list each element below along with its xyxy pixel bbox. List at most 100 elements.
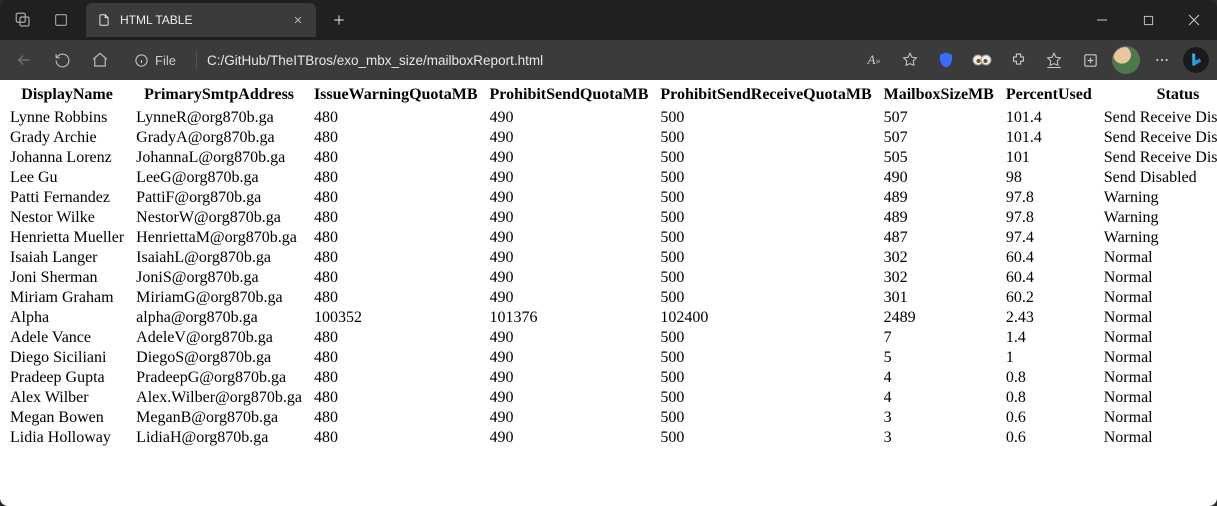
table-row: Lee GuLeeG@org870b.ga48049050049098Send … xyxy=(4,168,1217,188)
page-content[interactable]: DisplayNamePrimarySmtpAddressIssueWarnin… xyxy=(0,80,1217,506)
table-cell: Miriam Graham xyxy=(4,288,130,308)
table-cell: 101.4 xyxy=(1000,108,1098,128)
table-cell: Alpha xyxy=(4,308,130,328)
table-cell: LynneR@org870b.ga xyxy=(130,108,308,128)
table-cell: 490 xyxy=(484,128,655,148)
mailbox-report-table: DisplayNamePrimarySmtpAddressIssueWarnin… xyxy=(4,84,1217,448)
favorites-list-button[interactable] xyxy=(1037,43,1071,77)
table-cell: 60.4 xyxy=(1000,248,1098,268)
table-cell: 98 xyxy=(1000,168,1098,188)
extensions-button[interactable] xyxy=(1001,43,1035,77)
table-cell: 490 xyxy=(484,148,655,168)
table-cell: 500 xyxy=(654,288,877,308)
table-cell: 490 xyxy=(484,188,655,208)
new-tab-button[interactable] xyxy=(324,5,354,35)
table-cell: 480 xyxy=(308,108,484,128)
title-bar: HTML TABLE xyxy=(0,0,1217,40)
table-cell: IsaiahL@org870b.ga xyxy=(130,248,308,268)
workspaces-button[interactable] xyxy=(6,3,40,37)
table-cell: alpha@org870b.ga xyxy=(130,308,308,328)
table-cell: Normal xyxy=(1098,388,1217,408)
table-cell: DiegoS@org870b.ga xyxy=(130,348,308,368)
table-cell: 480 xyxy=(308,428,484,448)
table-cell: PradeepG@org870b.ga xyxy=(130,368,308,388)
table-cell: 500 xyxy=(654,108,877,128)
table-cell: AdeleV@org870b.ga xyxy=(130,328,308,348)
maximize-button[interactable] xyxy=(1125,0,1171,40)
table-cell: Send Receive Disabled xyxy=(1098,148,1217,168)
collections-button[interactable] xyxy=(1073,43,1107,77)
table-cell: Send Disabled xyxy=(1098,168,1217,188)
table-cell: 490 xyxy=(484,248,655,268)
column-header: PercentUsed xyxy=(1000,84,1098,108)
table-cell: Normal xyxy=(1098,368,1217,388)
table-cell: 500 xyxy=(654,428,877,448)
site-info-button[interactable]: File xyxy=(124,46,186,74)
table-cell: NestorW@org870b.ga xyxy=(130,208,308,228)
table-cell: Normal xyxy=(1098,328,1217,348)
table-cell: Grady Archie xyxy=(4,128,130,148)
table-cell: 490 xyxy=(484,208,655,228)
table-cell: 490 xyxy=(484,348,655,368)
table-cell: 1 xyxy=(1000,348,1098,368)
table-cell: 490 xyxy=(484,368,655,388)
table-cell: 500 xyxy=(654,168,877,188)
table-cell: 4 xyxy=(878,368,1000,388)
table-cell: 500 xyxy=(654,348,877,368)
table-cell: 3 xyxy=(878,408,1000,428)
shield-icon[interactable] xyxy=(929,43,963,77)
table-row: Megan BowenMeganB@org870b.ga48049050030.… xyxy=(4,408,1217,428)
table-cell: 500 xyxy=(654,388,877,408)
table-cell: 97.8 xyxy=(1000,208,1098,228)
table-cell: 490 xyxy=(484,428,655,448)
table-cell: 480 xyxy=(308,388,484,408)
title-bar-left: HTML TABLE xyxy=(0,0,360,40)
table-cell: 490 xyxy=(484,168,655,188)
table-row: Isaiah LangerIsaiahL@org870b.ga480490500… xyxy=(4,248,1217,268)
table-cell: 97.4 xyxy=(1000,228,1098,248)
table-cell: 490 xyxy=(484,108,655,128)
table-cell: 500 xyxy=(654,268,877,288)
tab-actions-button[interactable] xyxy=(44,3,78,37)
table-cell: MeganB@org870b.ga xyxy=(130,408,308,428)
table-cell: Normal xyxy=(1098,288,1217,308)
toolbar: File C:/GitHub/TheITBros/exo_mbx_size/ma… xyxy=(0,40,1217,80)
table-cell: 490 xyxy=(878,168,1000,188)
address-bar[interactable]: File C:/GitHub/TheITBros/exo_mbx_size/ma… xyxy=(124,46,543,74)
table-cell: HenriettaM@org870b.ga xyxy=(130,228,308,248)
favorite-button[interactable] xyxy=(893,43,927,77)
table-header-row: DisplayNamePrimarySmtpAddressIssueWarnin… xyxy=(4,84,1217,108)
home-button[interactable] xyxy=(82,44,118,76)
table-row: Henrietta MuellerHenriettaM@org870b.ga48… xyxy=(4,228,1217,248)
browser-tab[interactable]: HTML TABLE xyxy=(86,3,316,37)
table-cell: Send Receive Disabled xyxy=(1098,108,1217,128)
reader-button[interactable]: A» xyxy=(857,43,891,77)
column-header: ProhibitSendQuotaMB xyxy=(484,84,655,108)
table-row: Alphaalpha@org870b.ga1003521013761024002… xyxy=(4,308,1217,328)
table-cell: 2489 xyxy=(878,308,1000,328)
profile-avatar[interactable] xyxy=(1109,43,1143,77)
bing-chat-button[interactable] xyxy=(1181,45,1211,75)
table-cell: Nestor Wilke xyxy=(4,208,130,228)
table-cell: Alex.Wilber@org870b.ga xyxy=(130,388,308,408)
column-header: DisplayName xyxy=(4,84,130,108)
table-cell: 5 xyxy=(878,348,1000,368)
table-cell: 4 xyxy=(878,388,1000,408)
table-row: Patti FernandezPattiF@org870b.ga48049050… xyxy=(4,188,1217,208)
table-cell: 7 xyxy=(878,328,1000,348)
column-header: MailboxSizeMB xyxy=(878,84,1000,108)
extension-googly-icon[interactable] xyxy=(965,43,999,77)
close-window-button[interactable] xyxy=(1171,0,1217,40)
refresh-button[interactable] xyxy=(44,44,80,76)
minimize-button[interactable] xyxy=(1079,0,1125,40)
table-cell: 100352 xyxy=(308,308,484,328)
table-cell: 0.8 xyxy=(1000,388,1098,408)
table-cell: Megan Bowen xyxy=(4,408,130,428)
table-cell: PattiF@org870b.ga xyxy=(130,188,308,208)
more-button[interactable] xyxy=(1145,43,1179,77)
back-button[interactable] xyxy=(6,44,42,76)
table-head: DisplayNamePrimarySmtpAddressIssueWarnin… xyxy=(4,84,1217,108)
table-cell: 500 xyxy=(654,368,877,388)
tab-close-button[interactable] xyxy=(290,12,306,28)
table-cell: 301 xyxy=(878,288,1000,308)
